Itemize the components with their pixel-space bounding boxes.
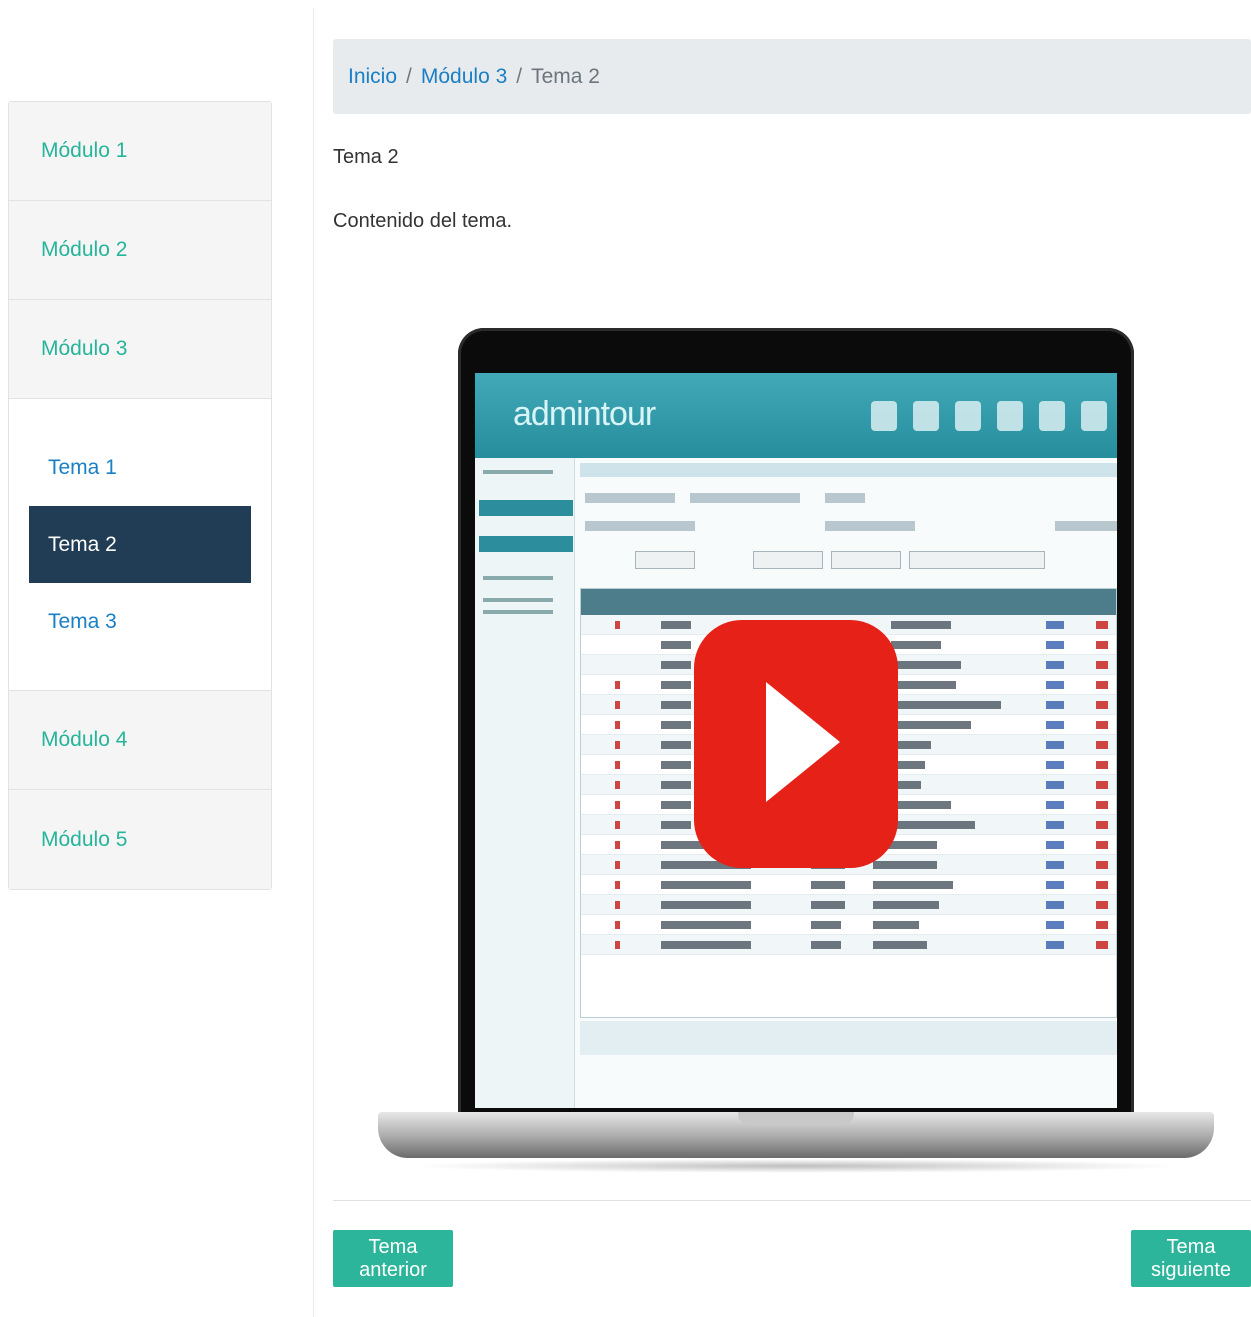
topic-body: Contenido del tema. xyxy=(333,210,513,232)
sidebar-module-3[interactable]: Módulo 3 xyxy=(9,300,271,399)
form-button xyxy=(635,551,695,569)
menu-bar xyxy=(479,536,573,552)
globe-icon xyxy=(955,401,981,431)
form-button xyxy=(753,551,823,569)
shield-icon xyxy=(997,401,1023,431)
menu-line xyxy=(483,576,553,580)
menu-line xyxy=(483,470,553,474)
form-button xyxy=(909,551,1045,569)
form-button xyxy=(831,551,901,569)
app-section-bar xyxy=(580,463,1117,477)
app-header: admintour xyxy=(475,373,1117,458)
menu-line xyxy=(483,610,553,614)
youtube-play-icon[interactable] xyxy=(694,620,898,868)
grid-header xyxy=(581,589,1116,615)
app-side-menu xyxy=(475,458,575,1108)
app-logo: admintour xyxy=(513,395,656,433)
sidebar-module-2[interactable]: Módulo 2 xyxy=(9,201,271,300)
app-toolbar-icons xyxy=(871,401,1107,431)
breadcrumb-module-link[interactable]: Módulo 3 xyxy=(421,65,507,89)
laptop-shadow xyxy=(408,1159,1184,1173)
content-divider xyxy=(333,1200,1251,1201)
form-field xyxy=(1055,521,1117,531)
form-field xyxy=(585,493,675,503)
breadcrumb-separator: / xyxy=(516,64,523,88)
sidebar-module-4[interactable]: Módulo 4 xyxy=(9,691,271,790)
sidebar-module-5[interactable]: Módulo 5 xyxy=(9,790,271,889)
grid-row xyxy=(581,915,1116,935)
sidebar-module-1[interactable]: Módulo 1 xyxy=(9,102,271,201)
breadcrumb-home-link[interactable]: Inicio xyxy=(348,65,397,89)
module-3-topic-list: Tema 1 Tema 2 Tema 3 xyxy=(9,399,271,691)
lock-icon xyxy=(1081,401,1107,431)
form-field xyxy=(825,493,865,503)
grid-row xyxy=(581,895,1116,915)
menu-bar xyxy=(479,500,573,516)
sidebar-topic-3[interactable]: Tema 3 xyxy=(29,583,251,660)
menu-line xyxy=(483,598,553,602)
grid-row xyxy=(581,935,1116,955)
mail-icon xyxy=(1039,401,1065,431)
next-topic-button[interactable]: Tema siguiente xyxy=(1131,1230,1251,1287)
sidebar-topic-1[interactable]: Tema 1 xyxy=(29,429,251,506)
home-icon xyxy=(871,401,897,431)
previous-topic-button[interactable]: Tema anterior xyxy=(333,1230,453,1287)
form-field xyxy=(825,521,915,531)
grid-row xyxy=(581,875,1116,895)
breadcrumb-separator: / xyxy=(406,64,412,88)
sidebar-topic-2-active[interactable]: Tema 2 xyxy=(29,506,251,583)
form-field xyxy=(585,521,695,531)
app-grid-footer xyxy=(580,1021,1117,1055)
video-thumbnail[interactable]: admintour xyxy=(378,325,1214,1177)
course-sidebar: Módulo 1 Módulo 2 Módulo 3 Tema 1 Tema 2… xyxy=(8,101,272,890)
breadcrumb: Inicio / Módulo 3 / Tema 2 xyxy=(333,39,1251,114)
user-icon xyxy=(913,401,939,431)
breadcrumb-current: Tema 2 xyxy=(531,64,600,88)
laptop-notch xyxy=(738,1112,854,1124)
form-field xyxy=(690,493,800,503)
topic-title: Tema 2 xyxy=(333,146,399,168)
column-divider xyxy=(313,8,314,1317)
